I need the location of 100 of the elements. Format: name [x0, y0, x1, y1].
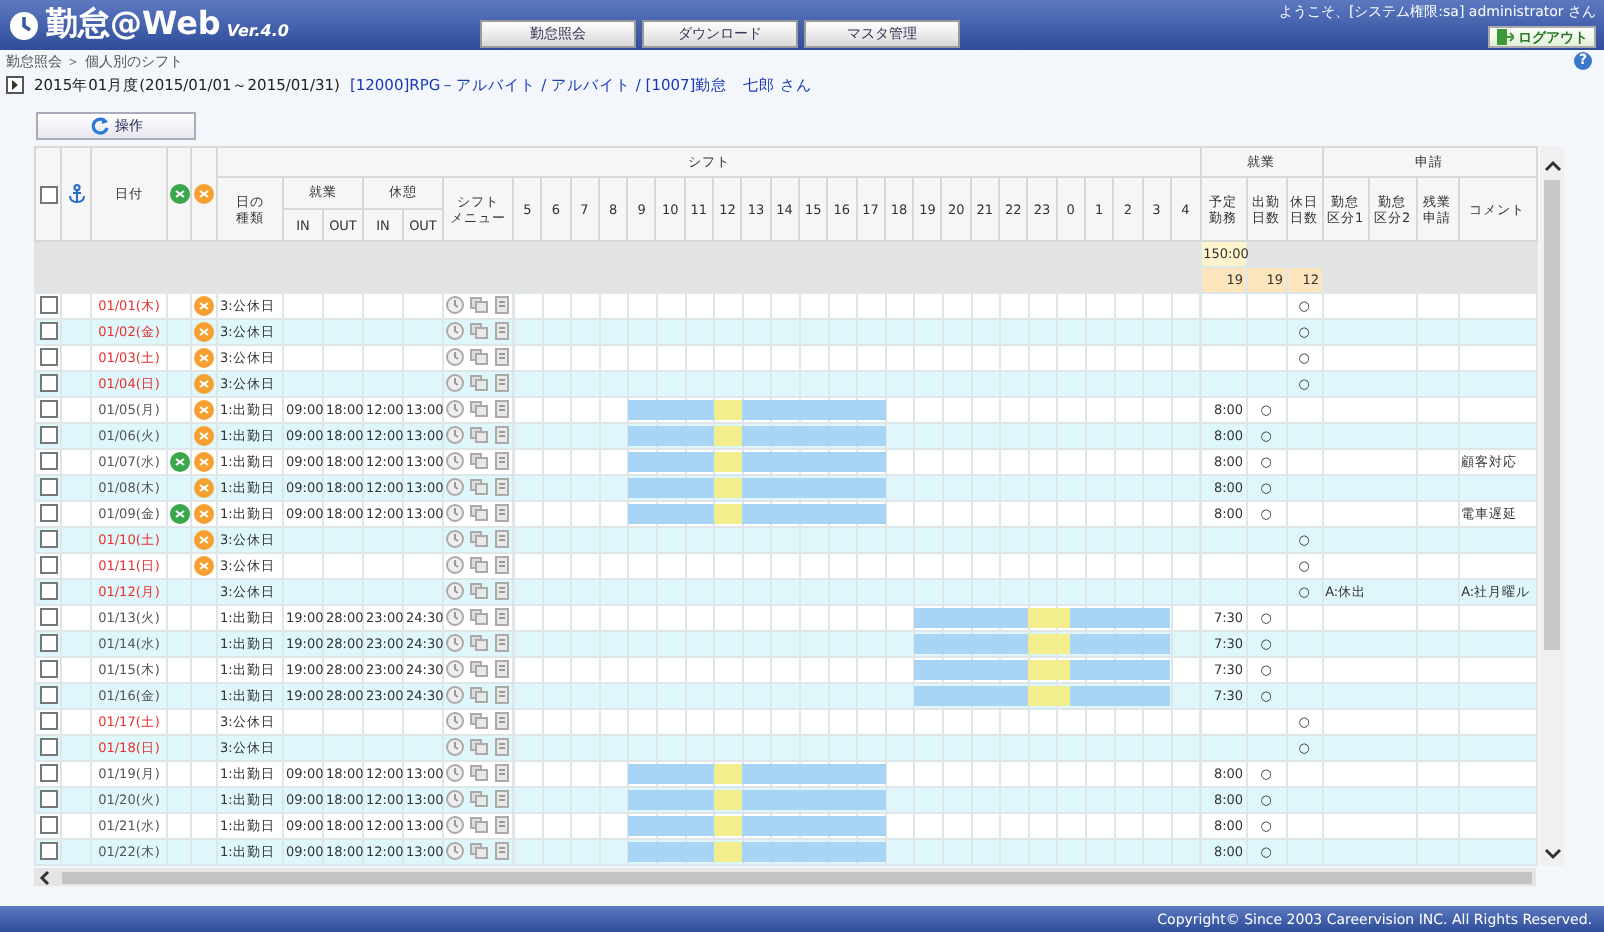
document-icon[interactable] [494, 504, 513, 523]
row-checkbox[interactable] [39, 452, 57, 471]
shift-bar[interactable] [628, 790, 886, 810]
shift-bar[interactable] [628, 764, 886, 784]
document-icon[interactable] [494, 790, 513, 809]
clock-icon[interactable] [446, 634, 464, 653]
row-checkbox[interactable] [39, 374, 57, 393]
status-icon[interactable] [194, 399, 214, 420]
clock-icon[interactable] [446, 790, 464, 809]
shift-bar[interactable] [913, 686, 1171, 706]
document-icon[interactable] [494, 842, 513, 861]
shift-bar[interactable] [913, 660, 1171, 680]
row-checkbox[interactable] [39, 764, 57, 783]
break-bar [713, 452, 743, 472]
clock-icon[interactable] [446, 712, 464, 731]
row-checkbox[interactable] [39, 738, 57, 757]
status-icon[interactable] [194, 347, 214, 368]
status-icon[interactable] [194, 295, 214, 316]
document-icon[interactable] [494, 374, 513, 393]
document-icon[interactable] [494, 478, 513, 497]
status-icon[interactable] [194, 373, 214, 394]
document-icon[interactable] [494, 816, 513, 835]
shift-bar[interactable] [628, 400, 886, 420]
status-icon[interactable] [170, 451, 190, 472]
row-checkbox[interactable] [39, 556, 57, 575]
row-checkbox[interactable] [39, 582, 57, 601]
row-checkbox[interactable] [39, 842, 57, 861]
clock-icon[interactable] [446, 374, 464, 393]
clock-icon[interactable] [446, 608, 464, 627]
document-icon[interactable] [494, 712, 513, 731]
clock-icon[interactable] [446, 582, 464, 601]
row-checkbox[interactable] [39, 322, 57, 341]
document-icon[interactable] [494, 530, 513, 549]
clock-icon[interactable] [446, 348, 464, 367]
shift-bar[interactable] [628, 452, 886, 472]
shift-bar[interactable] [913, 634, 1171, 654]
shift-bar[interactable] [913, 608, 1171, 628]
status-icon[interactable] [194, 321, 214, 342]
row-checkbox[interactable] [39, 348, 57, 367]
document-icon[interactable] [494, 582, 513, 601]
clock-icon[interactable] [446, 504, 464, 523]
row-checkbox[interactable] [39, 530, 57, 549]
row-checkbox[interactable] [39, 608, 57, 627]
document-icon[interactable] [494, 296, 513, 315]
clock-icon[interactable] [446, 530, 464, 549]
status-icon[interactable] [170, 503, 190, 524]
horizontal-scrollbar[interactable] [34, 868, 1536, 886]
scroll-up-icon[interactable] [1543, 158, 1561, 174]
document-icon[interactable] [494, 634, 513, 653]
document-icon[interactable] [494, 686, 513, 705]
status-icon[interactable] [194, 425, 214, 446]
clock-icon[interactable] [446, 738, 464, 757]
document-icon[interactable] [494, 426, 513, 445]
row-checkbox[interactable] [39, 504, 57, 523]
clock-icon[interactable] [446, 322, 464, 341]
clock-icon[interactable] [446, 764, 464, 783]
clock-icon[interactable] [446, 816, 464, 835]
select-all-checkbox[interactable] [39, 185, 57, 203]
row-checkbox[interactable] [39, 790, 57, 809]
row-checkbox[interactable] [39, 686, 57, 705]
document-icon[interactable] [494, 348, 513, 367]
document-icon[interactable] [494, 764, 513, 783]
row-checkbox[interactable] [39, 296, 57, 315]
row-checkbox[interactable] [39, 660, 57, 679]
row-checkbox[interactable] [39, 426, 57, 445]
document-icon[interactable] [494, 322, 513, 341]
shift-bar[interactable] [628, 504, 886, 524]
shift-bar[interactable] [628, 478, 886, 498]
document-icon[interactable] [494, 608, 513, 627]
row-checkbox[interactable] [39, 712, 57, 731]
scroll-down-icon[interactable] [1543, 846, 1561, 862]
vertical-scrollbar[interactable] [1540, 146, 1564, 866]
clock-icon[interactable] [446, 842, 464, 861]
row-checkbox[interactable] [39, 478, 57, 497]
clock-icon[interactable] [446, 452, 464, 471]
row-checkbox[interactable] [39, 816, 57, 835]
document-icon[interactable] [494, 556, 513, 575]
row-checkbox[interactable] [39, 400, 57, 419]
document-icon[interactable] [494, 660, 513, 679]
clock-icon[interactable] [446, 478, 464, 497]
status-icon[interactable] [194, 529, 214, 550]
status-icon[interactable] [194, 451, 214, 472]
status-icon[interactable] [194, 503, 214, 524]
status-icon[interactable] [194, 555, 214, 576]
clock-icon[interactable] [446, 686, 464, 705]
clock-icon[interactable] [446, 296, 464, 315]
shift-bar[interactable] [628, 426, 886, 446]
shift-bar[interactable] [628, 842, 886, 862]
scroll-left-icon[interactable] [38, 869, 54, 885]
clock-icon[interactable] [446, 556, 464, 575]
document-icon[interactable] [494, 400, 513, 419]
shift-bar[interactable] [628, 816, 886, 836]
clock-icon[interactable] [446, 426, 464, 445]
clock-icon[interactable] [446, 660, 464, 679]
row-checkbox[interactable] [39, 634, 57, 653]
document-icon[interactable] [494, 738, 513, 757]
document-icon[interactable] [494, 452, 513, 471]
expand-icon[interactable] [6, 76, 24, 94]
status-icon[interactable] [194, 477, 214, 498]
clock-icon[interactable] [446, 400, 464, 419]
